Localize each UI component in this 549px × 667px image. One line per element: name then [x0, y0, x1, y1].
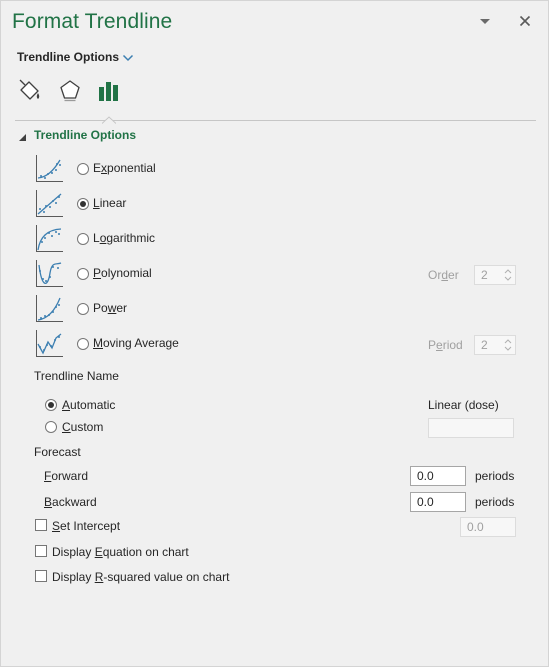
power-icon — [34, 294, 64, 324]
label-exponential: Exponential — [93, 161, 156, 175]
format-trendline-pane: Format Trendline Trendline Options Trend… — [0, 0, 549, 667]
label-logarithmic: Logarithmic — [93, 231, 156, 245]
label-polynomial: Polynomial — [93, 266, 152, 280]
logarithmic-icon — [34, 224, 64, 254]
spin-arrows-icon — [503, 337, 513, 353]
period-stepper: 2 — [474, 335, 516, 355]
label-power: Power — [93, 301, 128, 315]
radio-logarithmic[interactable] — [77, 233, 89, 245]
spin-arrows-icon — [503, 267, 513, 283]
paint-bucket-icon[interactable] — [16, 77, 44, 105]
set-intercept-label[interactable]: Set Intercept — [52, 519, 120, 533]
period-label: Period — [428, 338, 463, 352]
radio-linear[interactable] — [77, 198, 89, 210]
trendline-options-menu[interactable]: Trendline Options — [17, 50, 119, 64]
order-label: Order — [428, 268, 459, 282]
radio-polynomial[interactable] — [77, 268, 89, 280]
trendline-type-power[interactable]: Power — [34, 294, 534, 326]
automatic-name-value: Linear (dose) — [428, 398, 499, 412]
trendline-type-linear[interactable]: Linear — [34, 189, 534, 221]
exponential-icon — [34, 154, 64, 184]
selected-tab-indicator — [101, 113, 117, 124]
backward-label: Backward — [44, 495, 97, 509]
backward-unit: periods — [475, 495, 515, 509]
pentagon-icon[interactable] — [56, 77, 84, 105]
polynomial-icon — [34, 259, 64, 289]
trendline-type-polynomial[interactable]: Polynomial — [34, 259, 534, 291]
section-title[interactable]: Trendline Options — [34, 128, 136, 142]
radio-exponential[interactable] — [77, 163, 89, 175]
label-name-custom[interactable]: Custom — [62, 420, 103, 434]
trendline-type-exponential[interactable]: Exponential — [34, 154, 534, 186]
radio-moving-average[interactable] — [77, 338, 89, 350]
backward-periods-input[interactable]: 0.0 — [410, 492, 466, 512]
trendline-type-logarithmic[interactable]: Logarithmic — [34, 224, 534, 256]
order-stepper: 2 — [474, 265, 516, 285]
label-moving-average: Moving Average — [93, 336, 179, 350]
forecast-heading: Forecast — [34, 445, 81, 459]
tab-divider — [15, 120, 536, 121]
moving-average-icon — [34, 329, 64, 359]
forward-unit: periods — [475, 469, 515, 483]
intercept-value-field: 0.0 — [460, 517, 516, 537]
label-linear: Linear — [93, 196, 127, 210]
linear-icon — [34, 189, 64, 219]
close-icon[interactable] — [517, 13, 533, 29]
radio-name-custom[interactable] — [45, 421, 57, 433]
display-equation-label[interactable]: Display Equation on chart — [52, 545, 189, 559]
forward-label: Forward — [44, 469, 89, 483]
display-rsquared-checkbox[interactable] — [35, 570, 47, 582]
trendline-name-heading: Trendline Name — [34, 369, 119, 383]
display-equation-checkbox[interactable] — [35, 545, 47, 557]
radio-name-automatic[interactable] — [45, 399, 57, 411]
chevron-down-icon[interactable] — [122, 52, 134, 62]
pane-title: Format Trendline — [12, 10, 173, 33]
label-name-automatic[interactable]: Automatic — [62, 398, 115, 412]
dropdown-arrow-icon[interactable] — [477, 13, 493, 29]
collapse-triangle-icon[interactable] — [18, 131, 27, 141]
custom-name-field — [428, 418, 514, 438]
bar-chart-icon[interactable] — [96, 77, 124, 105]
radio-power[interactable] — [77, 303, 89, 315]
forward-periods-input[interactable]: 0.0 — [410, 466, 466, 486]
set-intercept-checkbox[interactable] — [35, 519, 47, 531]
display-rsquared-label[interactable]: Display R-squared value on chart — [52, 570, 229, 584]
